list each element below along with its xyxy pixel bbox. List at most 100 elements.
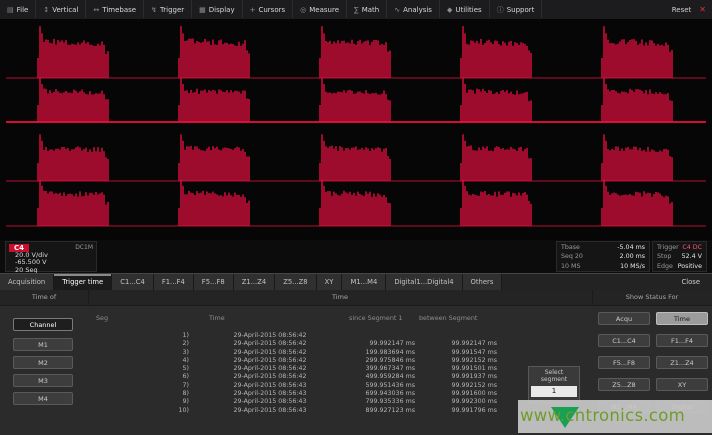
segment-burst [38, 179, 108, 226]
menu-item-file[interactable]: ▤File [0, 0, 36, 19]
segment-since: 299.975846 ms [345, 357, 415, 365]
segment-table-body: 1)29-April-2015 08:56:422)29-April-2015 … [90, 332, 522, 415]
close-app-icon[interactable]: ✕ [699, 5, 706, 14]
left-panel-button-m1[interactable]: M1 [13, 338, 73, 351]
left-panel-button-m4[interactable]: M4 [13, 392, 73, 405]
segment-number: 6) [90, 373, 195, 381]
status-for-button-xy[interactable]: XY [656, 378, 708, 391]
menu-item-analysis[interactable]: ∿Analysis [387, 0, 440, 19]
menu-item-display[interactable]: ▦Display [192, 0, 242, 19]
segment-time: 29-April-2015 08:56:43 [195, 398, 345, 406]
status-for-button-f5-f8[interactable]: F5...F8 [598, 356, 650, 369]
segment-row: 10)29-April-2015 08:56:43899.927123 ms99… [90, 407, 522, 415]
menu-item-timebase[interactable]: ↔Timebase [86, 0, 144, 19]
segment-row: 2)29-April-2015 08:56:4299.992147 ms99.9… [90, 340, 522, 348]
trigger-row: TriggerC4 DC [657, 243, 702, 252]
timebase-label: Seq 20 [561, 252, 583, 261]
tab-f1-f4[interactable]: F1...F4 [154, 274, 194, 290]
segment-time: 29-April-2015 08:56:42 [195, 357, 345, 365]
segment-row: 9)29-April-2015 08:56:43799.935336 ms99.… [90, 398, 522, 406]
dialog-header-strip: Time of Time Show Status For [0, 290, 712, 306]
tab-f5-f8[interactable]: F5...F8 [194, 274, 234, 290]
channel-coupling: DC1M [75, 244, 93, 251]
tab-z5-z8[interactable]: Z5...Z8 [275, 274, 316, 290]
tab-acquisition[interactable]: Acquisition [0, 274, 54, 290]
segment-since: 199.983694 ms [345, 349, 415, 357]
menu-item-support[interactable]: ⓘSupport [490, 0, 543, 19]
segment-between: 99.991501 ms [415, 365, 505, 373]
menu-item-label: Cursors [258, 6, 285, 14]
menu-item-math[interactable]: ∑Math [347, 0, 387, 19]
tab-z1-z4[interactable]: Z1...Z4 [234, 274, 275, 290]
status-strip: C4 DC1M 20.0 V/div -65.500 V 20 Seg Tbas… [0, 240, 712, 273]
menu-item-cursors[interactable]: +Cursors [243, 0, 294, 19]
segment-since: 499.959284 ms [345, 373, 415, 381]
segment-burst [461, 78, 531, 122]
segment-between: 99.992300 ms [415, 398, 505, 406]
tab-trigger-time[interactable]: Trigger time [54, 274, 112, 290]
segment-number: 4) [90, 357, 195, 365]
segment-row: 5)29-April-2015 08:56:42399.967347 ms99.… [90, 365, 522, 373]
segment-time: 29-April-2015 08:56:43 [195, 407, 345, 415]
segment-burst [179, 179, 249, 226]
tab-c1-c4[interactable]: C1...C4 [112, 274, 154, 290]
timebase-label: 10 MS [561, 262, 580, 271]
timebase-value: -5.04 ms [617, 243, 645, 252]
status-for-button-acqu[interactable]: Acqu [598, 312, 650, 325]
status-for-button-time[interactable]: Time [656, 312, 708, 325]
close-dialog-button[interactable]: Close [669, 274, 712, 290]
segment-since [345, 332, 415, 340]
menu-item-utilities[interactable]: ◆Utilities [440, 0, 490, 19]
segment-burst [179, 134, 249, 181]
tab-others[interactable]: Others [463, 274, 503, 290]
trigger-descriptor[interactable]: TriggerC4 DCStop52.4 VEdgePositive [652, 241, 707, 272]
math-icon: ∑ [354, 6, 359, 14]
segment-number: 9) [90, 398, 195, 406]
menu-item-label: Utilities [455, 6, 481, 14]
segment-burst [320, 26, 390, 78]
menubar: ▤File↕Vertical↔Timebase↯Trigger▦Display+… [0, 0, 712, 20]
segment-row: 8)29-April-2015 08:56:43699.943036 ms99.… [90, 390, 522, 398]
trigger-icon: ↯ [151, 6, 157, 14]
timebase-descriptor[interactable]: Tbase -5.04 ms Seq 20 2.00 ms10 MS10 MS/s [556, 241, 650, 272]
menu-item-measure[interactable]: ◎Measure [293, 0, 347, 19]
tab-m1-m4[interactable]: M1...M4 [342, 274, 386, 290]
segment-between: 99.991600 ms [415, 390, 505, 398]
time-header: Time [88, 290, 593, 305]
waveform-display[interactable] [0, 19, 712, 240]
segment-burst [38, 78, 108, 122]
left-panel-button-m3[interactable]: M3 [13, 374, 73, 387]
menu-item-trigger[interactable]: ↯Trigger [144, 0, 192, 19]
menu-item-label: Analysis [403, 6, 432, 14]
menu-item-label: Trigger [160, 6, 184, 14]
status-for-button-z1-z4[interactable]: Z1...Z4 [656, 356, 708, 369]
segment-burst [602, 179, 672, 226]
trigger-label: Stop [657, 252, 671, 261]
segment-number: 2) [90, 340, 195, 348]
segment-row: 7)29-April-2015 08:56:43599.951436 ms99.… [90, 382, 522, 390]
segment-number: 1) [90, 332, 195, 340]
segment-number: 5) [90, 365, 195, 373]
channel-descriptor-c4[interactable]: C4 DC1M 20.0 V/div -65.500 V 20 Seg [5, 241, 97, 272]
status-for-button-z5-z8[interactable]: Z5...Z8 [598, 378, 650, 391]
menu-item-vertical[interactable]: ↕Vertical [36, 0, 86, 19]
time-of-header: Time of [0, 290, 89, 305]
segment-burst [179, 26, 249, 78]
status-for-button-c1-c4[interactable]: C1...C4 [598, 334, 650, 347]
select-segment-value[interactable]: 1 [531, 386, 577, 397]
status-for-button-f1-f4[interactable]: F1...F4 [656, 334, 708, 347]
left-panel-button-channel[interactable]: Channel [13, 318, 73, 331]
left-panel-button-m2[interactable]: M2 [13, 356, 73, 369]
segment-burst [602, 26, 672, 78]
menu-item-label: Support [507, 6, 535, 14]
timebase-row: 10 MS10 MS/s [561, 262, 645, 271]
timebase-label: Tbase [561, 243, 580, 252]
reset-button[interactable]: Reset [672, 6, 692, 14]
tab-digital1-digital4[interactable]: Digital1...Digital4 [386, 274, 462, 290]
tab-xy[interactable]: XY [317, 274, 343, 290]
segment-time: 29-April-2015 08:56:42 [195, 332, 345, 340]
timebase-value: 2.00 ms [620, 252, 645, 261]
segment-since: 699.943036 ms [345, 390, 415, 398]
support-icon: ⓘ [497, 5, 504, 15]
menubar-items: ▤File↕Vertical↔Timebase↯Trigger▦Display+… [0, 0, 542, 19]
